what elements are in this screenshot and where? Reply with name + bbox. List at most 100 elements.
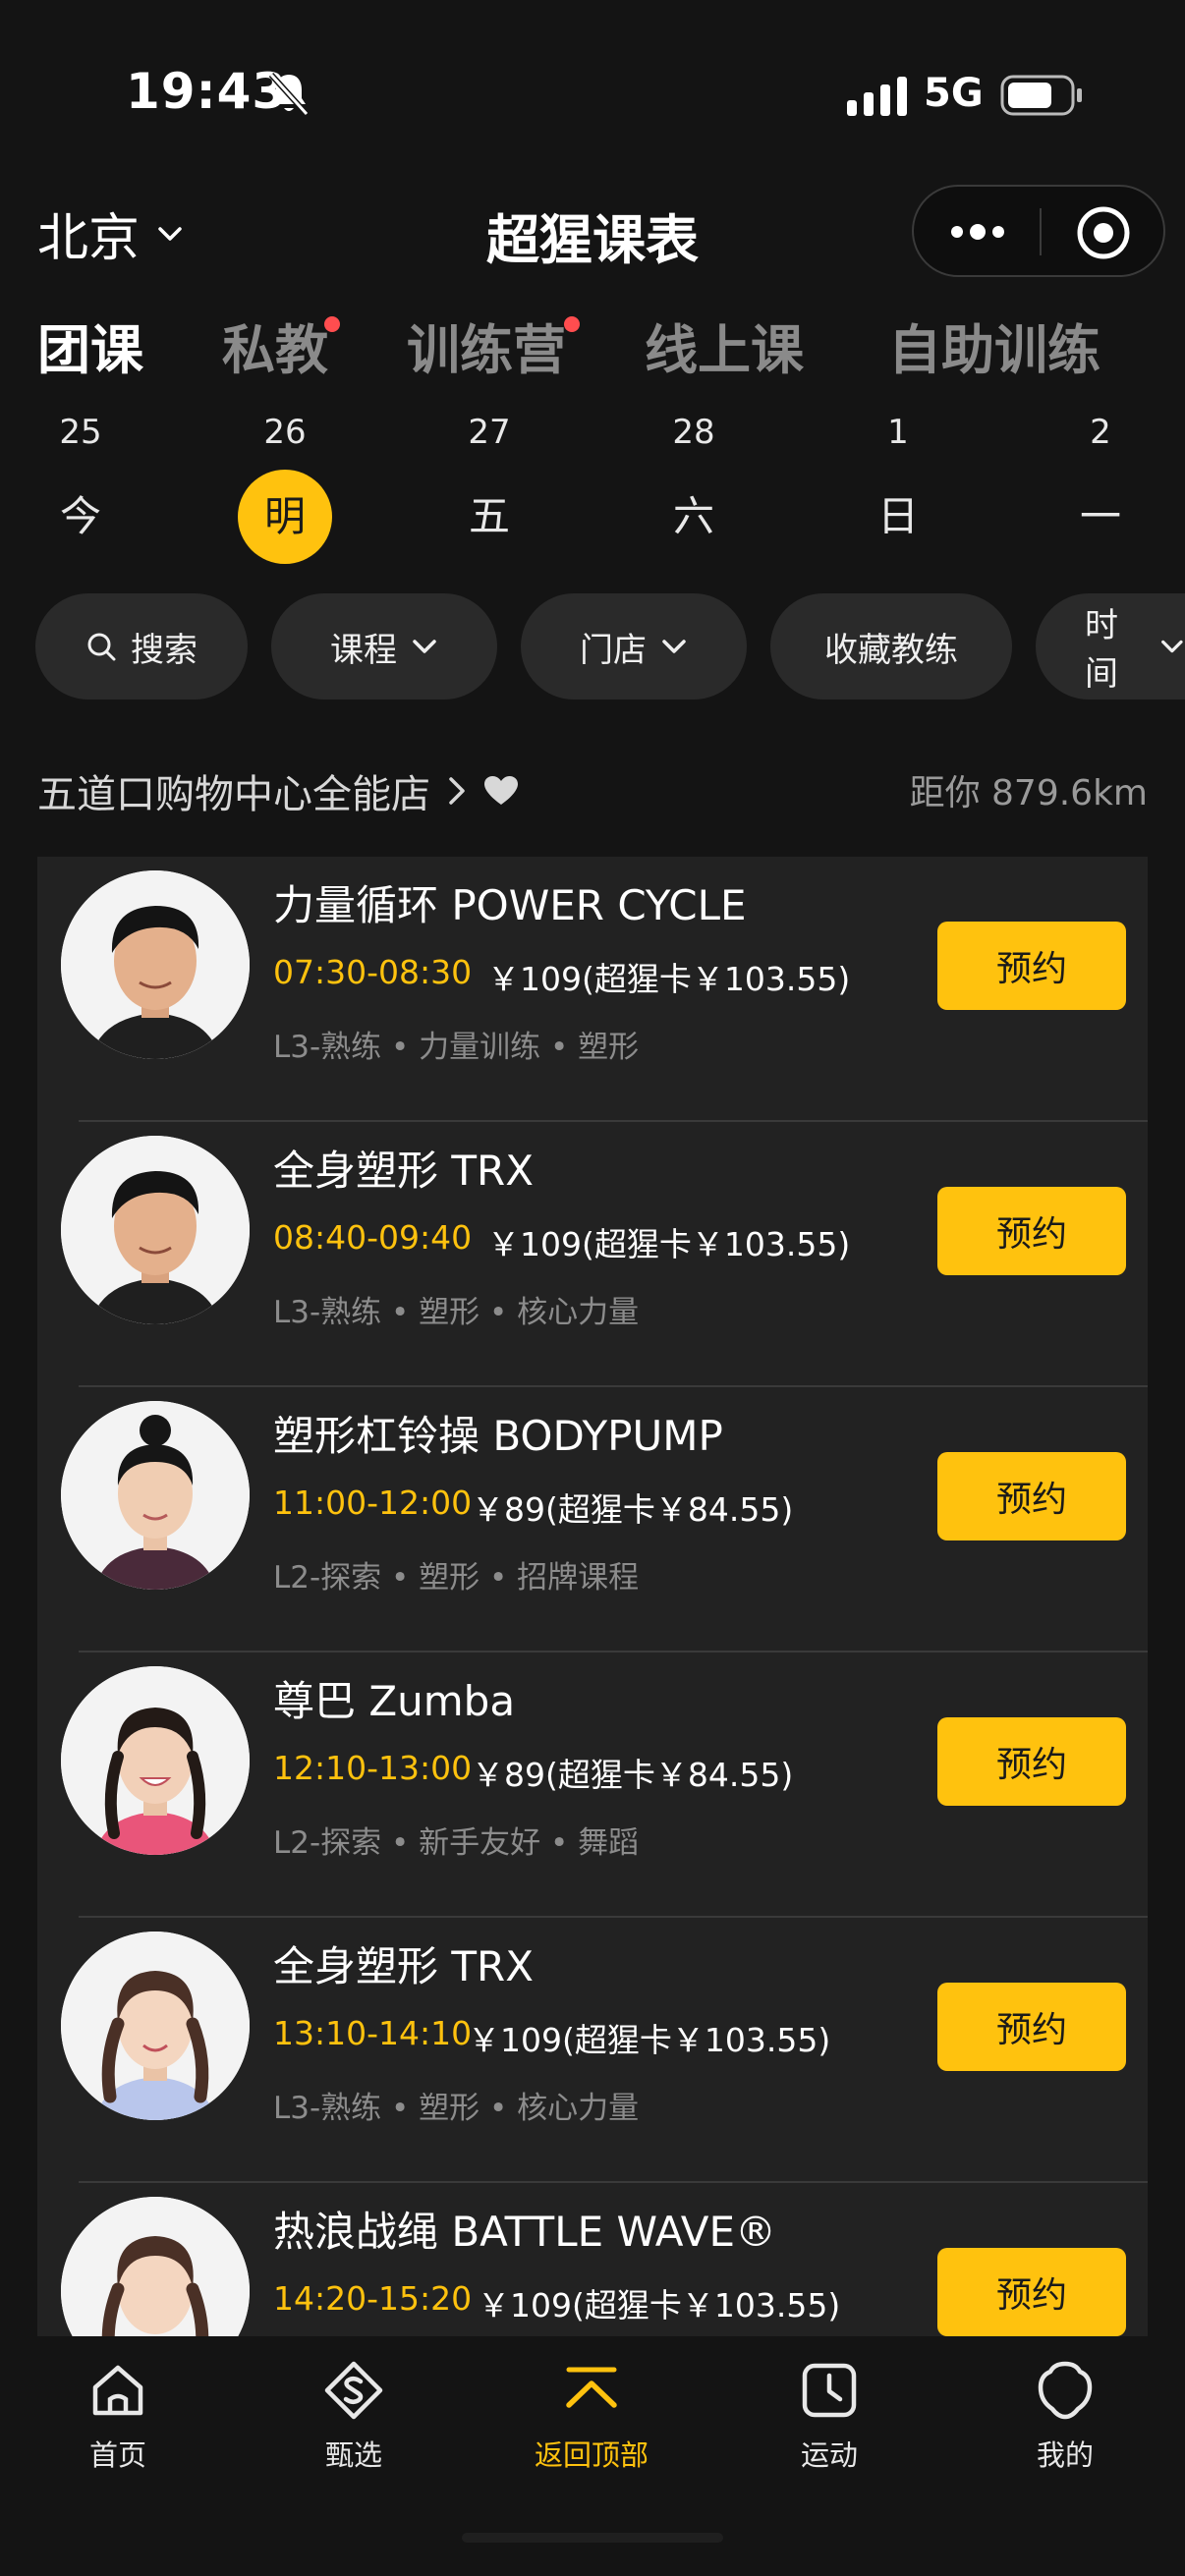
class-row[interactable]: 力量循环 POWER CYCLE 07:30-08:30 ￥109(超猩卡￥10… [37,857,1148,1122]
class-list: 力量循环 POWER CYCLE 07:30-08:30 ￥109(超猩卡￥10… [37,857,1148,2336]
day-number: 25 [59,413,102,452]
coach-avatar [61,870,250,1059]
tab-profile-label: 我的 [1036,2438,1094,2472]
class-row[interactable]: 热浪战绳 BATTLE WAVE® 14:20-15:20 ￥109(超猩卡￥1… [37,2183,1148,2336]
coach-avatar [61,2197,250,2336]
search-icon [87,633,116,661]
class-name: 全身塑形 TRX [273,1147,534,1195]
class-tags: L3-熟练 • 塑形 • 核心力量 [273,2091,640,2126]
class-price: ￥109(超猩卡￥103.55) [487,960,851,998]
home-icon [92,2365,143,2416]
day-number: 26 [263,413,307,452]
chevron-down-icon [413,640,436,653]
course-filter-chip[interactable]: 课程 [271,593,497,700]
network-label: 5G [924,71,984,116]
class-name: 尊巴 Zumba [273,1677,516,1725]
class-name: 塑形杠铃操 BODYPUMP [273,1412,723,1460]
class-name: 力量循环 POWER CYCLE [273,881,747,929]
class-price: ￥89(超猩卡￥84.55) [472,1756,794,1794]
tab-home[interactable]: 首页 [20,2358,216,2474]
class-row[interactable]: 尊巴 Zumba 12:10-13:00 ￥89(超猩卡￥84.55) L2-探… [37,1652,1148,1918]
store-distance: 距你 879.6km [909,773,1148,813]
class-price: ￥109(超猩卡￥103.55) [478,2286,841,2324]
class-time: 13:10-14:10 [273,2014,473,2052]
day-item[interactable]: 日 [851,470,945,564]
profile-icon [1038,2361,1093,2420]
close-target-icon[interactable] [1075,204,1132,261]
class-name: 全身塑形 TRX [273,1942,534,1990]
book-button[interactable]: 预约 [937,2248,1126,2336]
class-tags: L2-探索 • 塑形 • 招牌课程 [273,1560,640,1596]
search-chip[interactable]: 搜索 [35,593,248,700]
day-number: 27 [468,413,511,452]
status-bar: 19:43 5G [0,0,1185,187]
home-indicator [462,2533,723,2543]
class-tags: L3-熟练 • 力量训练 • 塑形 [273,1030,640,1065]
tab-online-class[interactable]: 线上课 [645,307,804,384]
day-number: 1 [887,413,909,452]
tab-group-class[interactable]: 团课 [37,307,143,384]
store-name: 五道口购物中心全能店 [37,772,430,817]
tab-back-to-top-label: 返回顶部 [534,2438,649,2472]
class-time: 08:40-09:40 [273,1218,473,1257]
search-label: 搜索 [131,630,198,670]
coach-avatar [61,1666,250,1855]
tab-self-training[interactable]: 自助训练 [888,307,1100,384]
class-price: ￥109(超猩卡￥103.55) [468,2021,831,2059]
tab-badge-dot [564,316,580,332]
more-icon[interactable] [947,210,1008,253]
select-icon [324,2361,383,2420]
day-item[interactable]: 今 [33,470,128,564]
class-price: ￥89(超猩卡￥84.55) [472,1490,794,1529]
class-price: ￥109(超猩卡￥103.55) [487,1225,851,1263]
class-row[interactable]: 塑形杠铃操 BODYPUMP 11:00-12:00 ￥89(超猩卡￥84.55… [37,1387,1148,1652]
fav-coach-label: 收藏教练 [824,630,958,670]
time-filter-chip[interactable]: 时间 [1036,593,1185,700]
day-item[interactable]: 六 [647,470,741,564]
signal-icon [847,77,907,116]
bell-muted-icon [268,72,310,116]
tab-private-coach[interactable]: 私教 [222,307,328,384]
class-row[interactable]: 全身塑形 TRX 08:40-09:40 ￥109(超猩卡￥103.55) L3… [37,1122,1148,1387]
capsule-divider [1040,208,1042,255]
day-number: 28 [672,413,715,452]
fav-coach-chip[interactable]: 收藏教练 [770,593,1012,700]
heart-icon[interactable] [483,775,519,807]
day-number: 2 [1090,413,1111,452]
back-to-top-icon [566,2367,617,2408]
tab-sport-label: 运动 [800,2438,858,2472]
book-button[interactable]: 预约 [937,922,1126,1010]
chevron-down-icon [662,640,686,653]
class-time: 12:10-13:00 [273,1749,473,1787]
book-button[interactable]: 预约 [937,1983,1126,2071]
day-item-selected[interactable]: 明 [238,470,332,564]
class-name: 热浪战绳 BATTLE WAVE® [273,2208,777,2256]
battery-icon [1000,75,1082,116]
tab-bootcamp[interactable]: 训练营 [407,307,566,384]
coach-avatar [61,1401,250,1590]
tab-profile[interactable]: 我的 [967,2358,1163,2474]
book-button[interactable]: 预约 [937,1452,1126,1540]
tab-select[interactable]: 甄选 [255,2358,452,2474]
time-filter-label: 时间 [1085,606,1118,694]
chevron-right-icon [449,777,465,805]
tab-sport[interactable]: 运动 [731,2358,928,2474]
book-button[interactable]: 预约 [937,1717,1126,1806]
class-time: 11:00-12:00 [273,1484,473,1522]
store-filter-chip[interactable]: 门店 [521,593,747,700]
tab-back-to-top[interactable]: 返回顶部 [493,2358,690,2474]
tab-select-label: 甄选 [324,2438,382,2472]
class-time: 07:30-08:30 [273,953,473,991]
class-time: 14:20-15:20 [273,2279,473,2318]
store-selector[interactable]: 五道口购物中心全能店 [37,762,519,819]
tab-badge-dot [324,316,340,332]
class-tags: L2-探索 • 新手友好 • 舞蹈 [273,1825,640,1861]
day-item[interactable]: 五 [442,470,536,564]
status-time: 19:43 [126,63,288,120]
sport-icon [802,2363,857,2418]
day-item[interactable]: 一 [1053,470,1148,564]
chevron-down-icon [1161,640,1183,653]
book-button[interactable]: 预约 [937,1187,1126,1275]
class-row[interactable]: 全身塑形 TRX 13:10-14:10 ￥109(超猩卡￥103.55) L3… [37,1918,1148,2183]
class-tags: L3-熟练 • 塑形 • 核心力量 [273,1295,640,1330]
